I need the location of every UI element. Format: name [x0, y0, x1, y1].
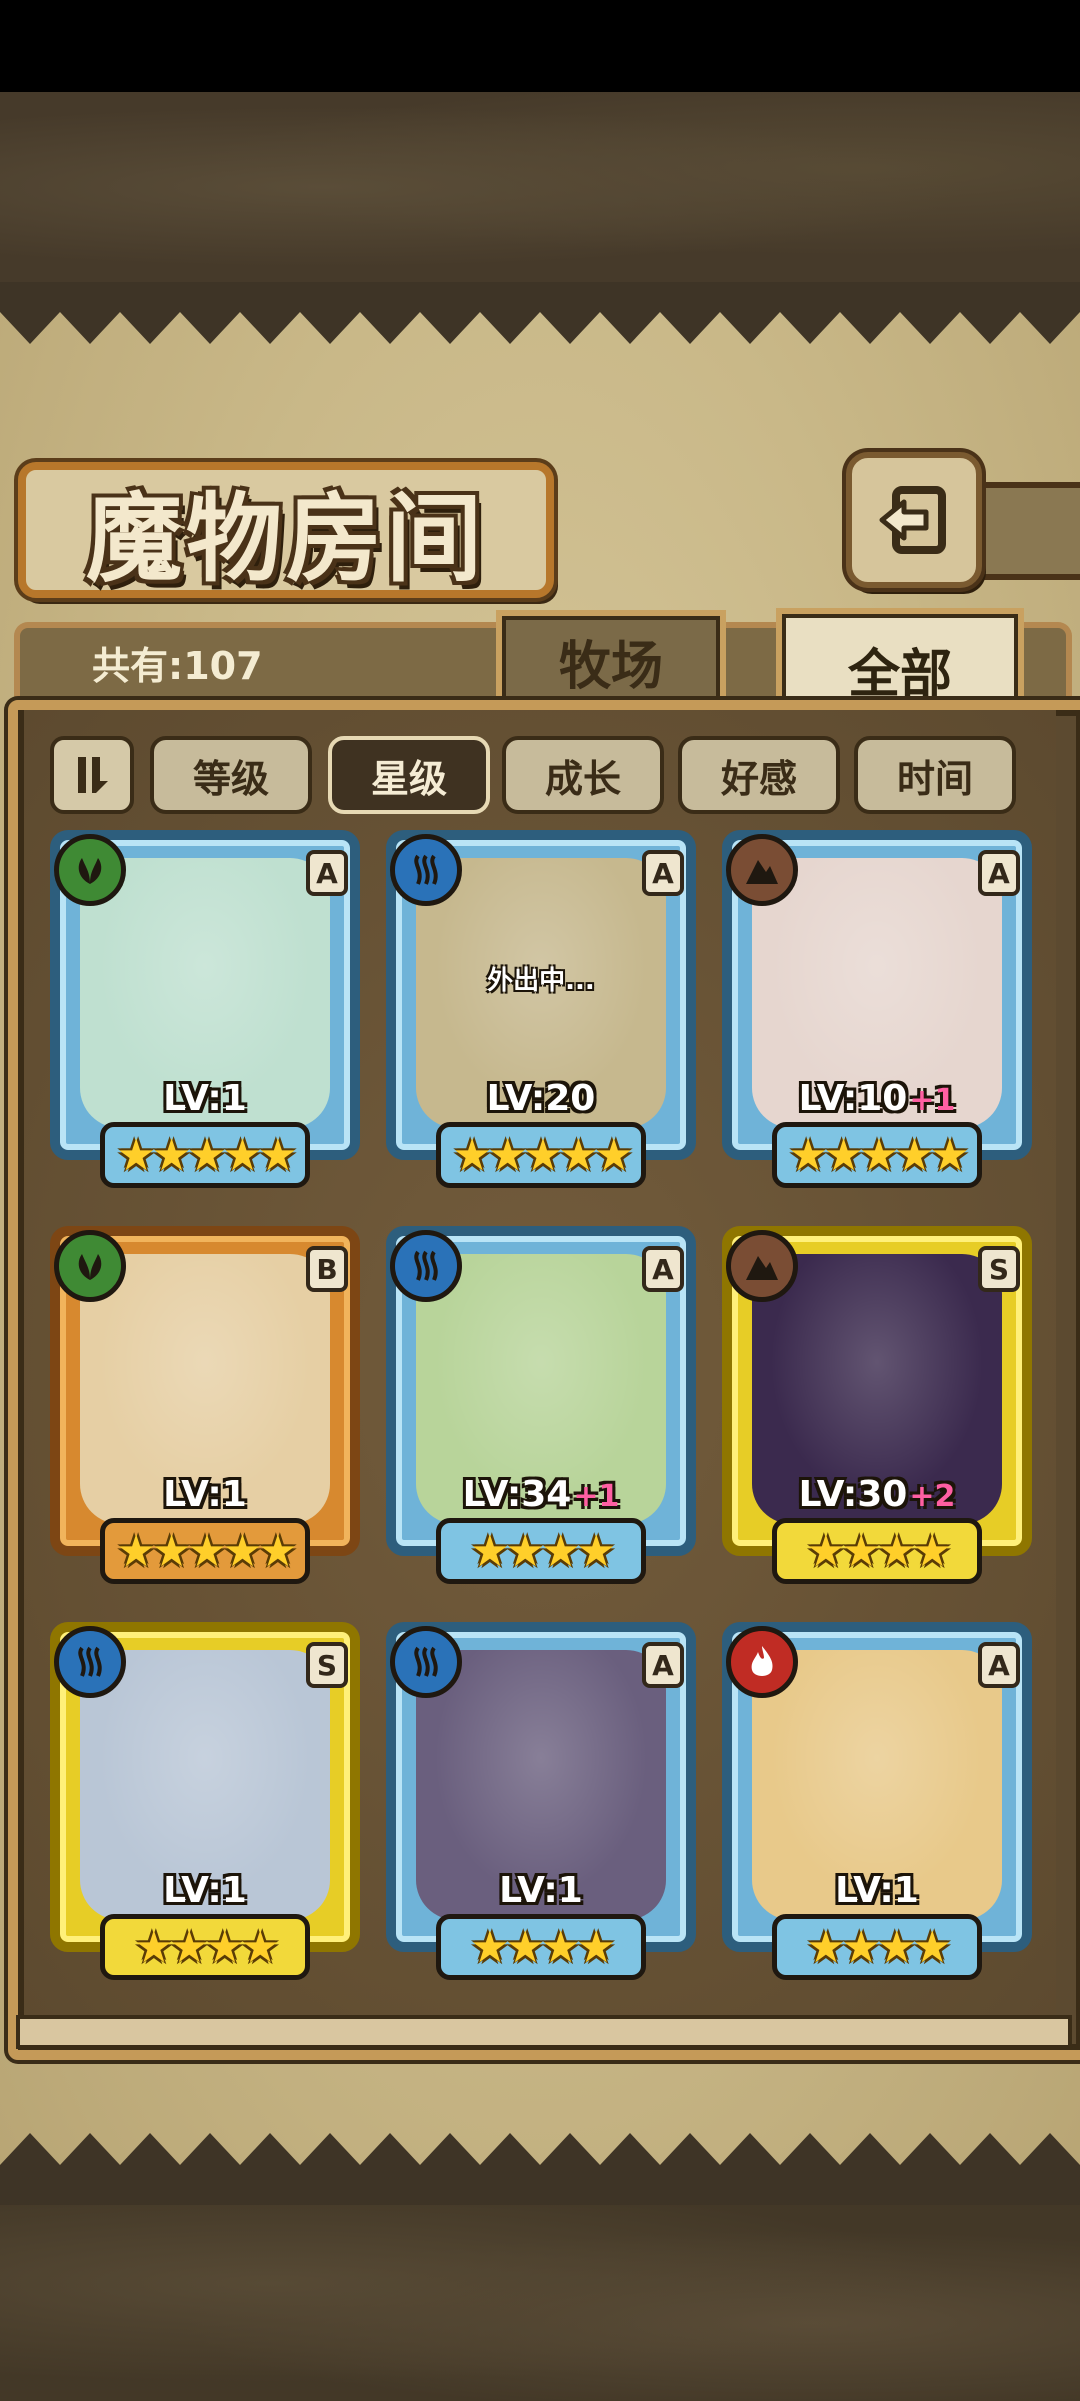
- level-label: LV:34+1: [386, 1474, 696, 1524]
- status-bar: [0, 0, 1080, 92]
- map-background-top: [0, 92, 1080, 282]
- tab-ranch[interactable]: 牧场: [496, 610, 726, 706]
- sort-order-icon: [78, 757, 108, 793]
- monster-card[interactable]: B LV:1 ★★★★★: [50, 1226, 360, 1594]
- monster-card[interactable]: S LV:30+2 ★★★★: [722, 1226, 1032, 1594]
- rank-badge: A: [978, 1642, 1020, 1688]
- rank-badge: A: [306, 850, 348, 896]
- level-label: LV:1: [722, 1870, 1032, 1920]
- panel-bottom-bar: [16, 2015, 1072, 2049]
- back-button[interactable]: [846, 452, 982, 588]
- star-rating: ★★★★: [470, 1525, 616, 1577]
- water-icon: [390, 1626, 462, 1698]
- fire-icon: [726, 1626, 798, 1698]
- level-label: LV:10+1: [722, 1078, 1032, 1128]
- filter-star[interactable]: 星级: [328, 736, 490, 814]
- zigzag-border-top: [0, 282, 1080, 344]
- level-value: LV:1: [163, 1078, 247, 1119]
- level-bonus: +2: [909, 1479, 956, 1514]
- star-rating: ★★★★: [470, 1921, 616, 1973]
- level-label: LV:1: [50, 1870, 360, 1920]
- status-label: 外出中...: [487, 966, 595, 996]
- total-count: 共有:107: [92, 644, 263, 688]
- monster-card[interactable]: A 外出中... LV:20 ★★★★★: [386, 830, 696, 1198]
- rank-badge: A: [642, 1642, 684, 1688]
- filter-growth[interactable]: 成长: [502, 736, 664, 814]
- level-label: LV:1: [386, 1870, 696, 1920]
- star-rating: ★★★★★: [116, 1525, 297, 1577]
- level-value: LV:30: [798, 1474, 908, 1515]
- rank-badge: A: [978, 850, 1020, 896]
- monster-card[interactable]: A LV:10+1 ★★★★★: [722, 830, 1032, 1198]
- level-value: LV:1: [835, 1870, 919, 1911]
- level-label: LV:20: [386, 1078, 696, 1128]
- level-value: LV:10: [798, 1078, 908, 1119]
- rank-badge: B: [306, 1246, 348, 1292]
- level-bonus: +1: [909, 1083, 956, 1118]
- filter-affection[interactable]: 好感: [678, 736, 840, 814]
- back-button-rail: [970, 482, 1080, 580]
- star-rating: ★★★★: [806, 1921, 952, 1973]
- star-rating: ★★★★★: [452, 1129, 633, 1181]
- rank-badge: A: [642, 1246, 684, 1292]
- filter-time[interactable]: 时间: [854, 736, 1016, 814]
- monster-card[interactable]: A LV:34+1 ★★★★: [386, 1226, 696, 1594]
- rank-badge: S: [306, 1642, 348, 1688]
- monster-card[interactable]: S LV:1 ★★★★: [50, 1622, 360, 1990]
- grass-icon: [54, 1230, 126, 1302]
- star-rating: ★★★★★: [116, 1129, 297, 1181]
- rank-badge: S: [978, 1246, 1020, 1292]
- level-value: LV:1: [163, 1474, 247, 1515]
- level-label: LV:30+2: [722, 1474, 1032, 1524]
- level-value: LV:34: [462, 1474, 572, 1515]
- star-rating: ★★★★: [134, 1921, 280, 1973]
- monster-card[interactable]: A LV:1 ★★★★: [722, 1622, 1032, 1990]
- earth-icon: [726, 1230, 798, 1302]
- level-label: LV:1: [50, 1474, 360, 1524]
- back-arrow-icon: [879, 486, 946, 554]
- earth-icon: [726, 834, 798, 906]
- water-icon: [390, 1230, 462, 1302]
- water-icon: [390, 834, 462, 906]
- level-value: LV:1: [499, 1870, 583, 1911]
- level-bonus: +1: [573, 1479, 620, 1514]
- filter-level[interactable]: 等级: [150, 736, 312, 814]
- page-title: 魔物房间: [86, 481, 486, 595]
- sort-order-toggle[interactable]: [50, 736, 134, 814]
- star-rating: ★★★★: [806, 1525, 952, 1577]
- star-rating: ★★★★★: [788, 1129, 969, 1181]
- monster-card[interactable]: A LV:1 ★★★★★: [50, 830, 360, 1198]
- map-background-bottom: [0, 2205, 1080, 2401]
- rank-badge: A: [642, 850, 684, 896]
- level-label: LV:1: [50, 1078, 360, 1128]
- title-plate: 魔物房间: [18, 462, 554, 598]
- zigzag-border-bottom: [0, 2133, 1080, 2210]
- level-value: LV:1: [163, 1870, 247, 1911]
- level-value: LV:20: [486, 1078, 596, 1119]
- grass-icon: [54, 834, 126, 906]
- water-icon: [54, 1626, 126, 1698]
- monster-card[interactable]: A LV:1 ★★★★: [386, 1622, 696, 1990]
